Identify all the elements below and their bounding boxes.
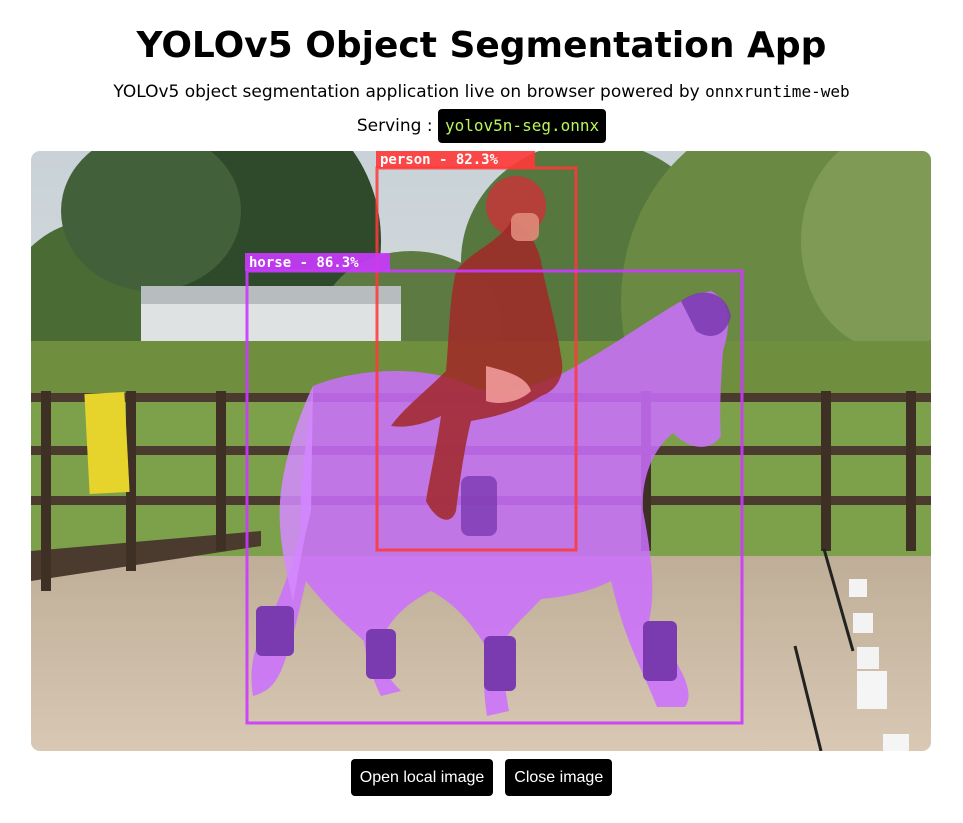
person-label: person - 82.3% bbox=[380, 152, 499, 168]
model-badge: yolov5n-seg.onnx bbox=[438, 109, 607, 143]
runtime-name: onnxruntime-web bbox=[705, 82, 850, 101]
serving-row: Serving : yolov5n-seg.onnx bbox=[0, 108, 963, 144]
image-canvas: person - 82.3% horse - 86.3% bbox=[31, 151, 931, 751]
description-text: YOLOv5 object segmentation application l… bbox=[113, 82, 700, 102]
segmentation-output: person - 82.3% horse - 86.3% bbox=[31, 151, 931, 751]
serving-label: Serving : bbox=[356, 116, 433, 136]
close-image-button[interactable]: Close image bbox=[505, 759, 613, 796]
image-controls: Open local image Close image bbox=[0, 759, 963, 796]
app-description: YOLOv5 object segmentation application l… bbox=[0, 80, 963, 104]
horse-label: horse - 86.3% bbox=[249, 255, 359, 271]
app-page: YOLOv5 Object Segmentation App YOLOv5 ob… bbox=[0, 0, 963, 823]
page-title: YOLOv5 Object Segmentation App bbox=[136, 25, 827, 66]
open-local-image-button[interactable]: Open local image bbox=[350, 759, 494, 796]
